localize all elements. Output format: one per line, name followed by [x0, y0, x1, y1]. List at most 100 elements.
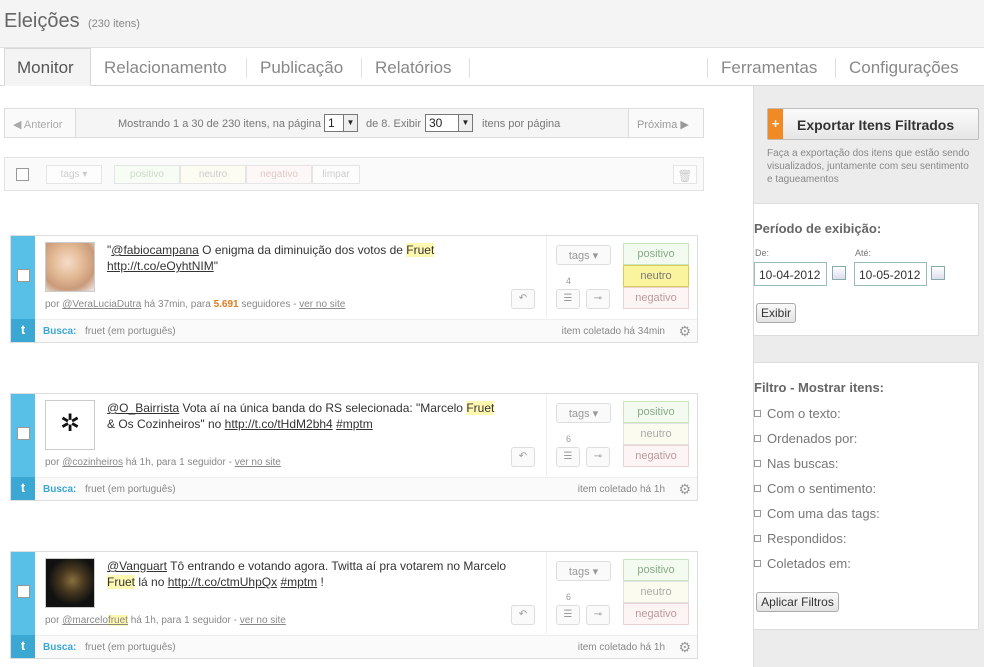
bullet-icon [754, 485, 761, 492]
mention-link[interactable]: @Vanguart [107, 559, 167, 573]
filter-item-text[interactable]: Com o texto: [754, 406, 841, 421]
pagination-info: Mostrando 1 a 30 de 230 itens, na página [118, 118, 322, 130]
search-query: fruet (em português) [85, 642, 176, 653]
list-icon[interactable]: ☰ [556, 605, 580, 625]
sentiment-neutral[interactable]: neutro [623, 265, 689, 287]
filter-item-searches[interactable]: Nas buscas: [754, 456, 839, 471]
mention-link[interactable]: @fabiocampana [111, 243, 199, 257]
filter-item-sentiment[interactable]: Com o sentimento: [754, 481, 876, 496]
twitter-icon: t [11, 477, 35, 500]
show-button[interactable]: Exibir [756, 303, 796, 323]
reply-icon[interactable]: ↶ [511, 605, 535, 625]
tab-monitor[interactable]: Monitor [4, 48, 91, 86]
tab-divider [246, 58, 247, 78]
follower-count: 5.691 [213, 299, 239, 310]
avatar[interactable] [45, 242, 95, 292]
view-on-site-link[interactable]: ver no site [235, 457, 281, 468]
divider [546, 552, 547, 634]
chevron-down-icon: ▼ [343, 115, 357, 131]
tags-dropdown[interactable]: tags ▾ [556, 245, 611, 265]
collected-time: item coletado há 1h [577, 484, 665, 495]
sentiment-positive[interactable]: positivo [623, 243, 689, 265]
tab-ferramentas[interactable]: Ferramentas [721, 58, 817, 78]
tweet-checkbox[interactable] [17, 269, 30, 282]
tweet-checkbox[interactable] [17, 585, 30, 598]
gear-icon[interactable]: ⚙ [678, 639, 691, 656]
tab-relatorios[interactable]: Relatórios [375, 58, 452, 78]
calendar-icon[interactable] [832, 266, 846, 280]
arrow-left-icon: ◀ [13, 119, 22, 131]
tweet-link[interactable]: http://t.co/tHdM2bh4 [225, 417, 333, 431]
date-to-input[interactable]: 10-05-2012 [854, 262, 927, 286]
tags-dropdown[interactable]: tags ▾ [556, 403, 611, 423]
search-query: fruet (em português) [85, 484, 176, 495]
tag-count: 6 [566, 592, 572, 602]
list-icon[interactable]: ☰ [556, 447, 580, 467]
apply-filters-button[interactable]: Aplicar Filtros [756, 592, 839, 612]
sentiment-positive[interactable]: positivo [623, 401, 689, 423]
tag-icon[interactable]: ⊸ [586, 447, 610, 467]
filter-item-order[interactable]: Ordenados por: [754, 431, 857, 446]
gear-icon[interactable]: ⚙ [678, 481, 691, 498]
calendar-icon[interactable] [931, 266, 945, 280]
avatar[interactable] [45, 558, 95, 608]
tweet-link[interactable]: http://t.co/eOyhtNIM [107, 259, 214, 273]
tab-relacionamento[interactable]: Relacionamento [104, 58, 227, 78]
filter-item-tags[interactable]: Com uma das tags: [754, 506, 880, 521]
mention-link[interactable]: @O_Bairrista [107, 401, 179, 415]
per-page-label: itens por página [482, 118, 561, 130]
tags-dropdown[interactable]: tags ▾ [46, 165, 102, 184]
view-on-site-link[interactable]: ver no site [299, 299, 345, 310]
clear-button[interactable]: limpar [312, 165, 360, 184]
card-side-bar: t [11, 394, 35, 500]
filter-positive[interactable]: positivo [114, 165, 180, 184]
filter-item-collected[interactable]: Coletados em: [754, 556, 851, 571]
filter-item-replied[interactable]: Respondidos: [754, 531, 847, 546]
trash-icon[interactable]: 🗑 [673, 165, 697, 184]
filter-neutral[interactable]: neutro [180, 165, 246, 184]
tab-publicacao[interactable]: Publicação [260, 58, 343, 78]
select-all-checkbox[interactable] [16, 168, 29, 181]
tweet-footer: Busca: fruet (em português) item coletad… [35, 477, 697, 500]
tweet-text: "@fabiocampana O enigma da diminuição do… [107, 243, 435, 273]
list-icon[interactable]: ☰ [556, 289, 580, 309]
sentiment-neutral[interactable]: neutro [623, 423, 689, 445]
sentiment-negative[interactable]: negativo [623, 603, 689, 625]
tweet-card: t "@fabiocampana O enigma da diminuição … [10, 235, 698, 343]
sentiment-negative[interactable]: negativo [623, 445, 689, 467]
author-link[interactable]: @VeraLuciaDutra [62, 299, 141, 310]
highlight: Fruet [466, 401, 495, 415]
view-on-site-link[interactable]: ver no site [240, 615, 286, 626]
reply-icon[interactable]: ↶ [511, 447, 535, 467]
avatar[interactable]: ✲ [45, 400, 95, 450]
hashtag-link[interactable]: #mptm [280, 575, 317, 589]
app-title: Eleições [4, 10, 80, 32]
tweet-card: t ✲ @O_Bairrista Vota aí na única banda … [10, 393, 698, 501]
sentiment-positive[interactable]: positivo [623, 559, 689, 581]
sentiment-neutral[interactable]: neutro [623, 581, 689, 603]
author-link[interactable]: @cozinheiros [62, 457, 123, 468]
divider [546, 394, 547, 476]
export-button[interactable]: Exportar Itens Filtrados [767, 108, 979, 140]
page-select[interactable]: 1 ▼ [324, 114, 358, 132]
tweet-link[interactable]: http://t.co/ctmUhpQx [168, 575, 277, 589]
sentiment-negative[interactable]: negativo [623, 287, 689, 309]
reply-icon[interactable]: ↶ [511, 289, 535, 309]
filter-negative[interactable]: negativo [246, 165, 312, 184]
tweet-text: @Vanguart Tô entrando e votando agora. T… [107, 559, 507, 589]
tags-dropdown[interactable]: tags ▾ [556, 561, 611, 581]
tag-icon[interactable]: ⊸ [586, 605, 610, 625]
gear-icon[interactable]: ⚙ [678, 323, 691, 340]
tweet-footer: Busca: fruet (em português) item coletad… [35, 319, 697, 342]
prev-button[interactable]: ◀ Anterior [4, 108, 76, 138]
tag-icon[interactable]: ⊸ [586, 289, 610, 309]
bullet-icon [754, 410, 761, 417]
author-link[interactable]: @marcelofruet [62, 615, 128, 626]
per-page-select[interactable]: 30 ▼ [425, 114, 473, 132]
hashtag-link[interactable]: #mptm [336, 417, 373, 431]
tab-configuracoes[interactable]: Configurações [849, 58, 959, 78]
next-button[interactable]: Próxima ▶ [628, 108, 704, 138]
date-from-input[interactable]: 10-04-2012 [754, 262, 827, 286]
tweet-checkbox[interactable] [17, 427, 30, 440]
tweet-footer: Busca: fruet (em português) item coletad… [35, 635, 697, 658]
